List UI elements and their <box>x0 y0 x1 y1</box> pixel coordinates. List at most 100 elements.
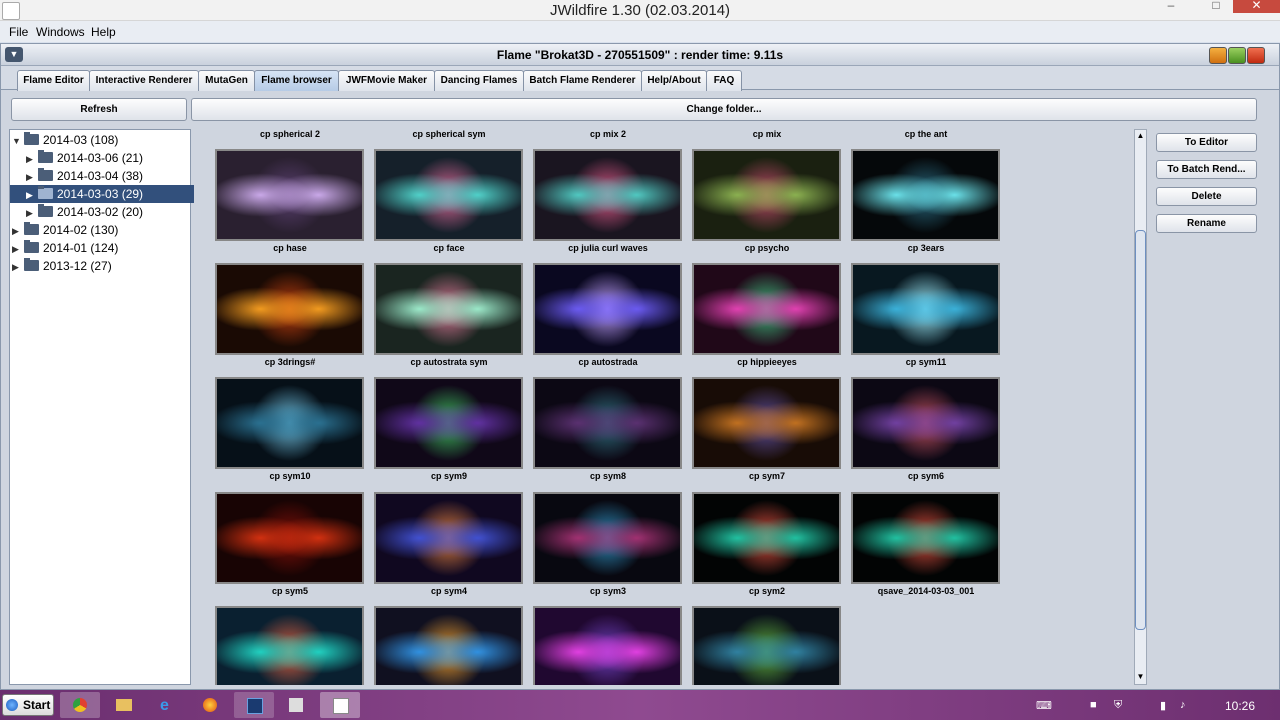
thumbnail-label: cp sym11 <box>905 357 947 367</box>
menu-file[interactable]: File <box>9 25 28 39</box>
flame-thumbnail[interactable] <box>533 492 682 584</box>
frame-minimize-icon[interactable] <box>1209 47 1227 64</box>
scroll-down-icon[interactable]: ▼ <box>1135 671 1146 683</box>
tree-node-2014-03-02[interactable]: ▶ 2014-03-02 (20) <box>26 203 143 221</box>
menu-help[interactable]: Help <box>91 25 116 39</box>
folder-icon <box>24 240 39 253</box>
flame-thumbnail[interactable] <box>692 377 841 469</box>
menu-bar: File Windows Help <box>0 21 1280 42</box>
tree-node-2013-12[interactable]: ▶ 2013-12 (27) <box>12 257 112 275</box>
flame-thumbnail[interactable] <box>692 606 841 685</box>
flame-thumbnail[interactable] <box>692 149 841 241</box>
thumbnail-label: cp sym8 <box>589 471 627 481</box>
flame-thumbnail[interactable] <box>374 606 523 685</box>
collapsed-arrow-icon[interactable]: ▶ <box>26 204 38 222</box>
tree-node-label: 2014-03 (108) <box>43 133 119 147</box>
flame-thumbnail[interactable] <box>851 263 1000 355</box>
refresh-button[interactable]: Refresh <box>11 98 187 121</box>
folder-tree: ▼ 2014-03 (108) ▶ 2014-03-06 (21) ▶ 2014-03… <box>9 129 206 685</box>
maximize-icon[interactable]: □ <box>1203 0 1229 13</box>
flame-thumbnail[interactable] <box>215 263 364 355</box>
tab-mutagen[interactable]: MutaGen <box>198 70 255 91</box>
flame-thumbnail[interactable] <box>692 263 841 355</box>
volume-tray-icon[interactable]: ♪ <box>1180 699 1186 711</box>
flame-thumbnail[interactable] <box>374 149 523 241</box>
folder-icon <box>38 150 53 163</box>
flame-thumbnail[interactable] <box>374 377 523 469</box>
flame-thumbnail[interactable] <box>851 492 1000 584</box>
security-tray-icon[interactable]: ⛨ <box>1114 699 1122 712</box>
frame-maximize-icon[interactable] <box>1228 47 1246 64</box>
flame-thumbnail[interactable] <box>215 492 364 584</box>
java-taskbar-icon[interactable] <box>320 692 360 718</box>
nvidia-tray-icon[interactable]: ■ <box>1090 699 1097 711</box>
collapsed-arrow-icon[interactable]: ▶ <box>12 222 24 240</box>
tab-flame-browser[interactable]: Flame browser <box>254 70 339 91</box>
scroll-up-icon[interactable]: ▲ <box>1135 130 1146 142</box>
change-folder-button[interactable]: Change folder... <box>191 98 1257 121</box>
chrome-taskbar-icon[interactable] <box>60 692 100 718</box>
ie-taskbar-icon[interactable]: e <box>148 692 188 718</box>
thumbnail-label: cp face <box>433 243 465 253</box>
rename-button[interactable]: Rename <box>1156 214 1257 233</box>
expanded-arrow-icon[interactable]: ▼ <box>12 132 24 150</box>
thumbnail-label: cp spherical sym <box>412 129 486 139</box>
minimize-icon[interactable]: – <box>1158 0 1184 13</box>
flame-thumbnail[interactable] <box>533 149 682 241</box>
collapsed-arrow-icon[interactable]: ▶ <box>26 150 38 168</box>
tab-faq[interactable]: FAQ <box>706 70 742 91</box>
flame-thumbnail[interactable] <box>851 149 1000 241</box>
flame-thumbnail[interactable] <box>374 492 523 584</box>
tree-node-2014-03-03[interactable]: ▶ 2014-03-03 (29) <box>10 185 206 203</box>
flame-thumbnail[interactable] <box>692 492 841 584</box>
tab-batch-flame-renderer[interactable]: Batch Flame Renderer <box>523 70 642 91</box>
keyboard-tray-icon[interactable]: ⌨ <box>1036 699 1052 712</box>
tab-jwfmovie-maker[interactable]: JWFMovie Maker <box>338 70 435 91</box>
menu-windows[interactable]: Windows <box>36 25 85 39</box>
thumbnail-label: cp sym7 <box>748 471 786 481</box>
tree-node-2014-03-04[interactable]: ▶ 2014-03-04 (38) <box>26 167 143 185</box>
clock[interactable]: 10:26 <box>1225 699 1255 713</box>
scrollbar-thumb[interactable] <box>1135 230 1146 630</box>
folder-icon <box>24 222 39 235</box>
tab-flame-editor[interactable]: Flame Editor <box>17 70 90 91</box>
flame-thumbnail[interactable] <box>374 263 523 355</box>
tree-node-label: 2014-03-04 (38) <box>57 169 144 183</box>
tab-help-about[interactable]: Help/About <box>641 70 707 91</box>
collapsed-arrow-icon[interactable]: ▶ <box>26 168 38 186</box>
close-icon[interactable]: ✕ <box>1233 0 1280 13</box>
flame-thumbnail[interactable] <box>533 263 682 355</box>
tree-node-label: 2014-03-02 (20) <box>57 205 144 219</box>
photoshop-taskbar-icon[interactable] <box>234 692 274 718</box>
tab-interactive-renderer[interactable]: Interactive Renderer <box>89 70 199 91</box>
tab-dancing-flames[interactable]: Dancing Flames <box>434 70 524 91</box>
thumbnail-label: cp 3ears <box>907 243 945 253</box>
to-editor-button[interactable]: To Editor <box>1156 133 1257 152</box>
explorer-taskbar-icon[interactable] <box>104 692 144 718</box>
firefox-taskbar-icon[interactable] <box>190 692 230 718</box>
flame-thumbnail[interactable] <box>215 377 364 469</box>
delete-button[interactable]: Delete <box>1156 187 1257 206</box>
to-batch-renderer-button[interactable]: To Batch Rend... <box>1156 160 1257 179</box>
folder-icon <box>38 186 53 199</box>
flame-thumbnail[interactable] <box>533 377 682 469</box>
folder-icon <box>38 168 53 181</box>
tree-node-2014-03[interactable]: ▼ 2014-03 (108) <box>12 131 118 149</box>
tree-node-2014-03-06[interactable]: ▶ 2014-03-06 (21) <box>26 149 143 167</box>
flame-thumbnail[interactable] <box>215 606 364 685</box>
collapsed-arrow-icon[interactable]: ▶ <box>12 240 24 258</box>
thumbnail-label: cp spherical 2 <box>259 129 321 139</box>
flame-thumbnail[interactable] <box>851 377 1000 469</box>
collapsed-arrow-icon[interactable]: ▶ <box>26 186 38 204</box>
flame-thumbnail[interactable] <box>533 606 682 685</box>
flame-thumbnail[interactable] <box>215 149 364 241</box>
network-tray-icon[interactable]: ▮ <box>1160 699 1166 712</box>
zbrush-taskbar-icon[interactable] <box>276 692 316 718</box>
tree-node-label: 2014-02 (130) <box>43 223 119 237</box>
tree-node-2014-01[interactable]: ▶ 2014-01 (124) <box>12 239 118 257</box>
collapsed-arrow-icon[interactable]: ▶ <box>12 258 24 276</box>
thumbnail-label: cp sym6 <box>907 471 945 481</box>
frame-close-icon[interactable] <box>1247 47 1265 64</box>
tree-node-label: 2014-03-06 (21) <box>57 151 144 165</box>
tree-node-2014-02[interactable]: ▶ 2014-02 (130) <box>12 221 118 239</box>
